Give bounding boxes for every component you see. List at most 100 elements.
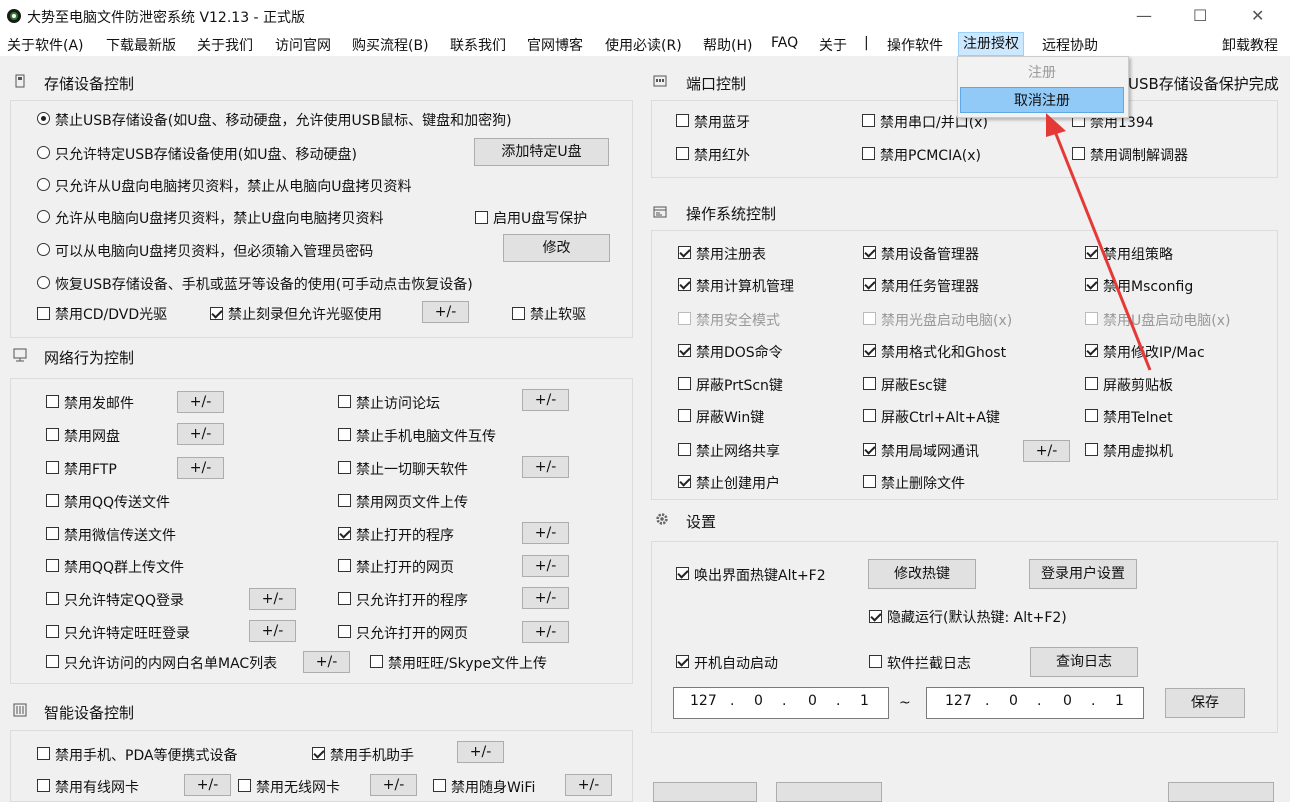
os-checkbox-3-1[interactable] (863, 344, 876, 357)
menu-faq[interactable]: FAQ (771, 35, 798, 51)
menu-website[interactable]: 访问官网 (275, 35, 331, 55)
smart-wifi-checkbox[interactable] (433, 779, 446, 792)
net-left-checkbox-1[interactable] (46, 428, 59, 441)
menu-about[interactable]: 关于 (819, 35, 847, 55)
net-right-pm-5[interactable]: +/- (522, 555, 569, 577)
net-right-checkbox-6[interactable] (338, 592, 351, 605)
net-right-checkbox-4[interactable] (338, 527, 351, 540)
os-checkbox-5-0[interactable] (678, 409, 691, 422)
net-left-checkbox-5[interactable] (46, 559, 59, 572)
net-left-pm-7[interactable]: +/- (249, 620, 296, 642)
port-checkbox-pcmcia[interactable] (862, 147, 875, 160)
floppy-checkbox[interactable] (512, 307, 525, 320)
os-checkbox-6-1[interactable] (863, 443, 876, 456)
intercept-log-checkbox[interactable] (869, 655, 882, 668)
port-checkbox-infrared[interactable] (676, 147, 689, 160)
maximize-button[interactable]: ☐ (1193, 6, 1207, 25)
net-left-pm-8[interactable]: +/- (303, 651, 350, 673)
minimize-button[interactable]: — (1136, 6, 1152, 25)
burn-plus-minus-button[interactable]: +/- (422, 301, 469, 323)
hotkey-checkbox[interactable] (676, 567, 689, 580)
net-right-pm-2[interactable]: +/- (522, 456, 569, 478)
net-right-pm-0[interactable]: +/- (522, 389, 569, 411)
bottom-button-3[interactable] (1168, 782, 1274, 802)
net-right-checkbox-2[interactable] (338, 461, 351, 474)
smart-pm-wired[interactable]: +/- (184, 774, 231, 796)
port-checkbox-bluetooth[interactable] (676, 114, 689, 127)
radio-admin-password[interactable] (37, 243, 50, 256)
net-right-checkbox-5[interactable] (338, 559, 351, 572)
smart-wired-checkbox[interactable] (37, 779, 50, 792)
smart-pm-wireless[interactable]: +/- (370, 774, 417, 796)
menu-purchase[interactable]: 购买流程(B) (352, 35, 429, 55)
net-left-checkbox-6[interactable] (46, 592, 59, 605)
os-checkbox-7-1[interactable] (863, 475, 876, 488)
modify-hotkey-button[interactable]: 修改热键 (868, 559, 976, 589)
menu-remote[interactable]: 远程协助 (1042, 35, 1098, 55)
os-checkbox-7-0[interactable] (678, 475, 691, 488)
net-right-checkbox-7[interactable] (338, 625, 351, 638)
menu-contact[interactable]: 联系我们 (450, 35, 506, 55)
radio-ban-usb[interactable] (37, 112, 50, 125)
menu-download[interactable]: 下载最新版 (106, 35, 176, 55)
ip-end-field[interactable]: 127 . 0 . 0 . 1 (926, 687, 1144, 719)
modify-password-button[interactable]: 修改 (503, 234, 610, 262)
burn-checkbox[interactable] (210, 307, 223, 320)
net-left-checkbox-0[interactable] (46, 395, 59, 408)
radio-restore-usb[interactable] (37, 276, 50, 289)
smart-pm-wifi[interactable]: +/- (565, 774, 612, 796)
menu-help[interactable]: 帮助(H) (703, 35, 752, 55)
os-checkbox-5-1[interactable] (863, 409, 876, 422)
radio-usb-to-pc-only[interactable] (37, 178, 50, 191)
menu-blog[interactable]: 官网博客 (527, 35, 583, 55)
menu-operate[interactable]: 操作软件 (887, 35, 943, 55)
menu-about-software[interactable]: 关于软件(A) (7, 35, 84, 55)
net-left-checkbox-7[interactable] (46, 625, 59, 638)
os-checkbox-5-2[interactable] (1085, 409, 1098, 422)
smart-pm-assistant[interactable]: +/- (457, 741, 504, 763)
net-left-checkbox-3[interactable] (46, 494, 59, 507)
port-checkbox-serial[interactable] (862, 114, 875, 127)
os-checkbox-4-0[interactable] (678, 377, 691, 390)
net-right-pm-4[interactable]: +/- (522, 522, 569, 544)
net-left-checkbox-4[interactable] (46, 527, 59, 540)
os-checkbox-1-1[interactable] (863, 278, 876, 291)
os-checkbox-6-2[interactable] (1085, 443, 1098, 456)
save-button[interactable]: 保存 (1165, 688, 1245, 718)
net-right-pm-7[interactable]: +/- (522, 621, 569, 643)
net-right-checkbox-1[interactable] (338, 428, 351, 441)
hide-run-checkbox[interactable] (869, 610, 882, 623)
os-checkbox-1-0[interactable] (678, 278, 691, 291)
os-checkbox-4-1[interactable] (863, 377, 876, 390)
radio-specific-usb[interactable] (37, 146, 50, 159)
menu-register[interactable]: 注册授权 (958, 32, 1024, 56)
bottom-button-2[interactable] (776, 782, 882, 802)
net-left-pm-2[interactable]: +/- (177, 457, 224, 479)
net-left-checkbox-8[interactable] (46, 655, 59, 668)
login-settings-button[interactable]: 登录用户设置 (1029, 559, 1137, 589)
autostart-checkbox[interactable] (676, 655, 689, 668)
net-left-pm-6[interactable]: +/- (249, 588, 296, 610)
os-checkbox-0-1[interactable] (863, 246, 876, 259)
net-right-checkbox-8[interactable] (370, 655, 383, 668)
smart-wireless-checkbox[interactable] (238, 779, 251, 792)
smart-phone-assistant-checkbox[interactable] (312, 747, 325, 760)
add-specific-usb-button[interactable]: 添加特定U盘 (474, 138, 609, 166)
net-right-pm-6[interactable]: +/- (522, 587, 569, 609)
smart-portable-checkbox[interactable] (37, 747, 50, 760)
menu-must-read[interactable]: 使用必读(R) (605, 35, 682, 55)
query-log-button[interactable]: 查询日志 (1030, 647, 1138, 677)
ip-start-field[interactable]: 127 . 0 . 0 . 1 (673, 687, 889, 719)
net-right-checkbox-3[interactable] (338, 494, 351, 507)
menu-about-us[interactable]: 关于我们 (197, 35, 253, 55)
os-lan-pm-button[interactable]: +/- (1023, 440, 1070, 462)
net-right-checkbox-0[interactable] (338, 395, 351, 408)
close-button[interactable]: ✕ (1251, 6, 1264, 25)
net-left-checkbox-2[interactable] (46, 461, 59, 474)
radio-pc-to-usb-only[interactable] (37, 210, 50, 223)
os-checkbox-0-0[interactable] (678, 246, 691, 259)
write-protect-checkbox[interactable] (475, 211, 488, 224)
menu-uninstall-guide[interactable]: 卸载教程 (1222, 35, 1278, 55)
os-checkbox-3-0[interactable] (678, 344, 691, 357)
os-checkbox-6-0[interactable] (678, 443, 691, 456)
